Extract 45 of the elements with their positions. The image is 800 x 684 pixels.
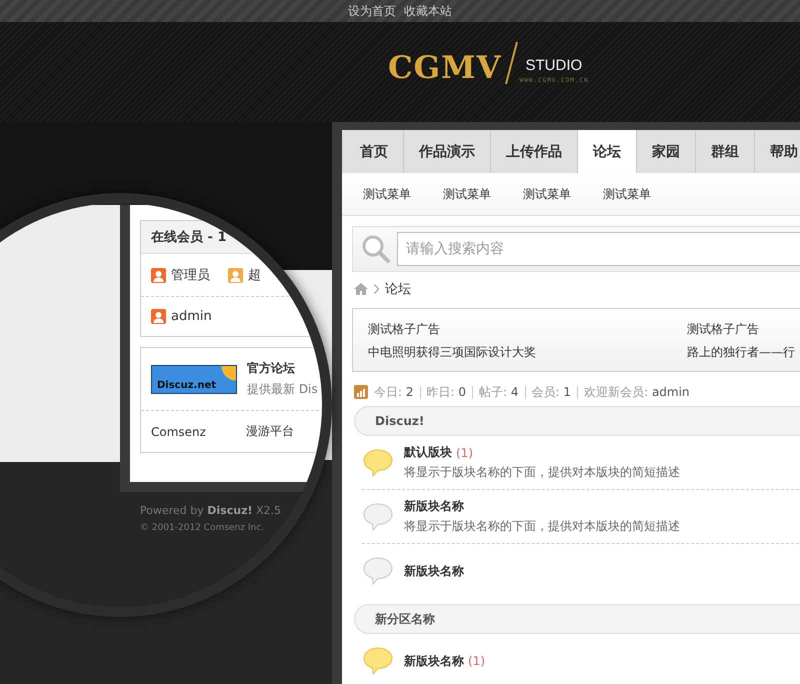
ad-link[interactable]: 路上的独行者——行	[687, 344, 800, 361]
copyright-text: © 2001-2012 Comsenz Inc.	[140, 523, 266, 533]
forum-name[interactable]: 默认版块	[404, 444, 452, 461]
link-description: 提供最新 Dis	[247, 381, 318, 398]
home-icon[interactable]	[354, 283, 368, 295]
submenu-link[interactable]: 测试菜单	[523, 186, 571, 202]
search-field[interactable]: 请输入搜索内容	[397, 232, 800, 266]
logo-text: STUDIO	[526, 58, 584, 73]
ad-link[interactable]: 测试格子广告	[687, 321, 800, 338]
ad-link[interactable]: 中电照明获得三项国际设计大奖	[368, 344, 687, 361]
partner-link[interactable]: 漫游平台	[246, 423, 294, 440]
stat-text: 今日: 2	[374, 384, 414, 400]
stat-text: 帖子: 4	[479, 384, 519, 400]
stat-text: 欢迎新会员: admin	[584, 384, 690, 400]
member-link[interactable]: admin	[171, 309, 212, 324]
top-link[interactable]: 设为首页	[348, 2, 396, 20]
logo-text: CGMV	[388, 53, 502, 84]
user-group-label: 管理员	[171, 267, 210, 284]
user-group-label: 超	[248, 267, 261, 284]
powered-by-text: Powered by Discuz! X2.5	[140, 504, 282, 517]
nav-tab[interactable]: 论坛	[578, 130, 637, 173]
link-title[interactable]: 官方论坛	[247, 360, 318, 377]
top-link[interactable]: 收藏本站	[404, 2, 452, 20]
ad-link[interactable]: 测试格子广告	[368, 321, 687, 338]
submenu-link[interactable]: 测试菜单	[443, 186, 491, 202]
submenu-link[interactable]: 测试菜单	[603, 186, 651, 202]
search-icon	[361, 234, 391, 264]
forum-description: 将显示于版块名称的下面，提供对本版块的简短描述	[404, 518, 680, 535]
site-logo[interactable]: Discuz.net	[151, 364, 237, 394]
forum-name[interactable]: 新版块名称	[404, 652, 464, 670]
forum-description: 将显示于版块名称的下面，提供对本版块的简短描述	[404, 464, 680, 481]
submenu-link[interactable]: 测试菜单	[363, 186, 411, 202]
stat-text: 昨日: 0	[426, 384, 466, 400]
category-header[interactable]: Discuz!	[354, 406, 800, 436]
stat-text: 会员: 1	[532, 384, 572, 400]
post-count: (1)	[468, 654, 485, 668]
chevron-icon	[374, 284, 379, 294]
slash-stroke-icon	[504, 42, 518, 84]
forum-name[interactable]: 新版块名称	[404, 498, 464, 515]
category-header[interactable]: 新分区名称	[354, 604, 800, 634]
partner-link[interactable]: Comsenz	[151, 424, 206, 438]
post-count: (1)	[456, 446, 473, 460]
forum-name[interactable]: 新版块名称	[404, 562, 464, 580]
breadcrumb-link[interactable]: 论坛	[385, 280, 411, 298]
stats-icon	[354, 385, 368, 399]
